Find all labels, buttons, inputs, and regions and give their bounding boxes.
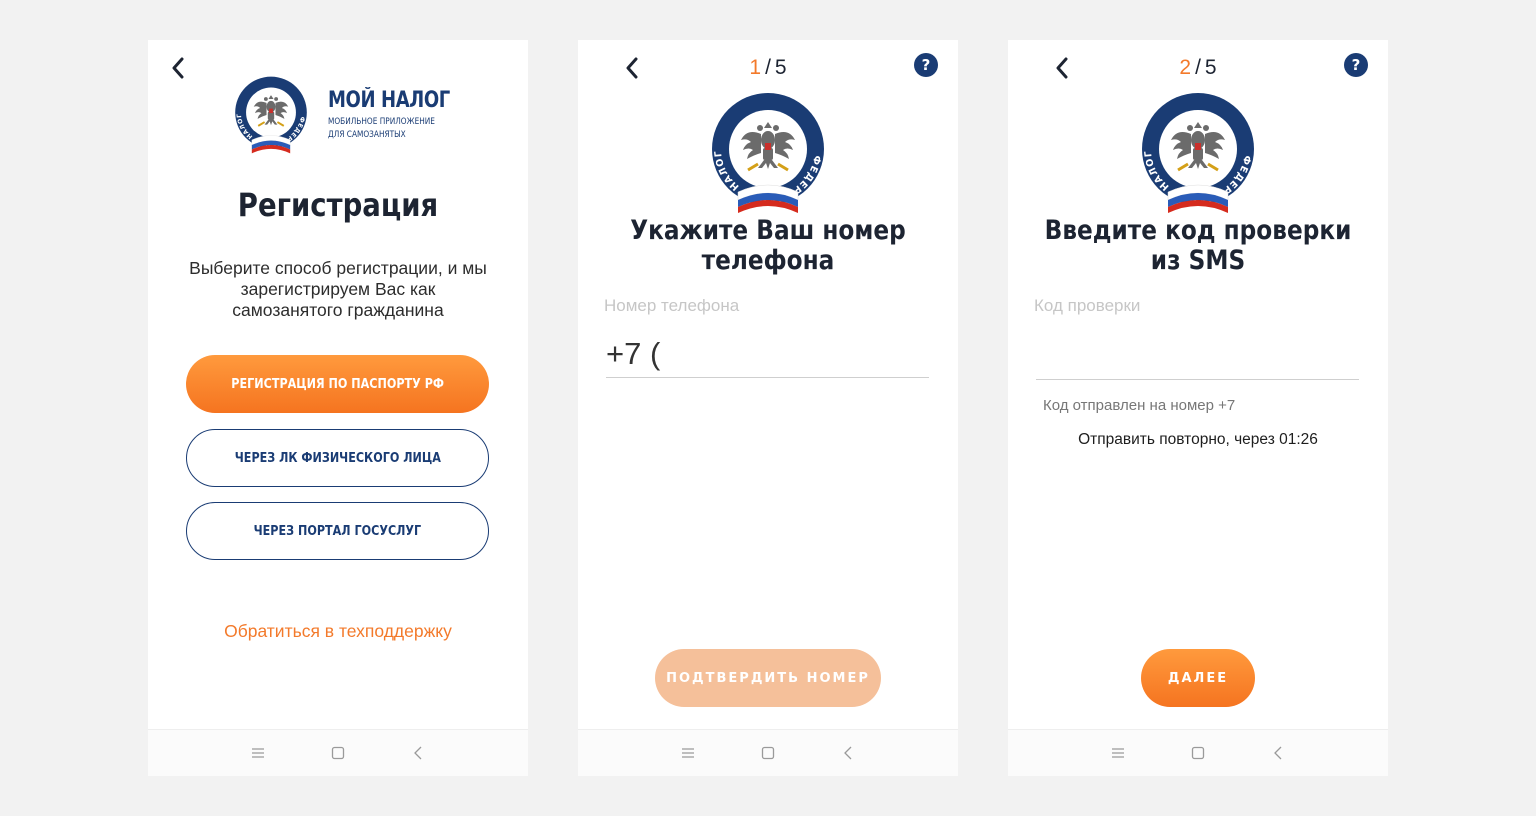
question-icon: ? xyxy=(1351,56,1361,74)
question-icon: ? xyxy=(921,56,931,74)
square-icon[interactable] xyxy=(1186,741,1210,765)
next-button[interactable]: ДАЛЕЕ xyxy=(1141,649,1255,707)
step-current: 2 xyxy=(1179,56,1192,79)
register-gosuslugi-label: ЧЕРЕЗ ПОРТАЛ ГОСУСЛУГ xyxy=(253,523,422,539)
registration-screen: МОЙ НАЛОГ МОБИЛЬНОЕ ПРИЛОЖЕНИЕ ДЛЯ САМОЗ… xyxy=(148,40,528,776)
fns-emblem-logo xyxy=(708,92,828,214)
brand-name: МОЙ НАЛОГ xyxy=(328,88,450,113)
code-input[interactable] xyxy=(1036,330,1359,380)
brand-subtitle-line2: ДЛЯ САМОЗАНЯТЫХ xyxy=(328,130,406,140)
sms-code-screen: 2/5 ? Введите код проверки из SMS Код пр… xyxy=(1008,40,1388,776)
code-field-label: Код проверки xyxy=(1034,296,1141,315)
phone-entry-screen: 1/5 ? Укажите Ваш номер телефона Номер т… xyxy=(578,40,958,776)
confirm-number-label: ПОДТВЕРДИТЬ НОМЕР xyxy=(666,670,870,686)
resend-timer: Отправить повторно, через 01:26 xyxy=(1078,431,1318,448)
register-passport-label: РЕГИСТРАЦИЯ ПО ПАСПОРТУ РФ xyxy=(231,376,444,392)
page-title: Регистрация xyxy=(237,186,439,224)
register-lk-button[interactable]: ЧЕРЕЗ ЛК ФИЗИЧЕСКОГО ЛИЦА xyxy=(186,429,489,487)
step-total: 5 xyxy=(774,56,787,79)
fns-emblem-logo xyxy=(232,76,310,154)
app-brand: МОЙ НАЛОГ МОБИЛЬНОЕ ПРИЛОЖЕНИЕ ДЛЯ САМОЗ… xyxy=(232,76,477,154)
menu-icon[interactable] xyxy=(246,741,270,765)
register-gosuslugi-button[interactable]: ЧЕРЕЗ ПОРТАЛ ГОСУСЛУГ xyxy=(186,502,489,560)
menu-icon[interactable] xyxy=(676,741,700,765)
square-icon[interactable] xyxy=(326,741,350,765)
next-button-label: ДАЛЕЕ xyxy=(1167,670,1229,686)
triangle-back-icon[interactable] xyxy=(406,741,430,765)
step-current: 1 xyxy=(749,56,762,79)
android-nav-bar xyxy=(1008,729,1388,776)
register-lk-label: ЧЕРЕЗ ЛК ФИЗИЧЕСКОГО ЛИЦА xyxy=(234,450,441,466)
register-passport-button[interactable]: РЕГИСТРАЦИЯ ПО ПАСПОРТУ РФ xyxy=(186,355,489,413)
phone-input[interactable] xyxy=(606,330,929,378)
step-separator: / xyxy=(1195,56,1201,79)
help-button[interactable]: ? xyxy=(914,53,938,77)
chevron-left-icon xyxy=(172,57,184,79)
phone-field-label: Номер телефона xyxy=(604,296,740,315)
fns-emblem-logo xyxy=(1138,92,1258,214)
help-button[interactable]: ? xyxy=(1344,53,1368,77)
triangle-back-icon[interactable] xyxy=(1266,741,1290,765)
code-sent-info: Код отправлен на номер +7 xyxy=(1043,397,1236,414)
step-indicator: 1/5 xyxy=(578,56,958,80)
page-title: Введите код проверки из SMS xyxy=(1044,215,1352,276)
step-total: 5 xyxy=(1204,56,1217,79)
step-separator: / xyxy=(765,56,771,79)
brand-subtitle-line1: МОБИЛЬНОЕ ПРИЛОЖЕНИЕ xyxy=(328,117,435,127)
confirm-number-button[interactable]: ПОДТВЕРДИТЬ НОМЕР xyxy=(655,649,881,707)
step-indicator: 2/5 xyxy=(1008,56,1388,80)
back-button[interactable] xyxy=(166,54,190,82)
square-icon[interactable] xyxy=(756,741,780,765)
android-nav-bar xyxy=(148,729,528,776)
triangle-back-icon[interactable] xyxy=(836,741,860,765)
page-title: Укажите Ваш номер телефона xyxy=(630,215,906,276)
menu-icon[interactable] xyxy=(1106,741,1130,765)
support-link[interactable]: Обратиться в техподдержку xyxy=(148,621,528,642)
android-nav-bar xyxy=(578,729,958,776)
registration-description: Выберите способ регистрации, и мы зареги… xyxy=(189,258,487,320)
